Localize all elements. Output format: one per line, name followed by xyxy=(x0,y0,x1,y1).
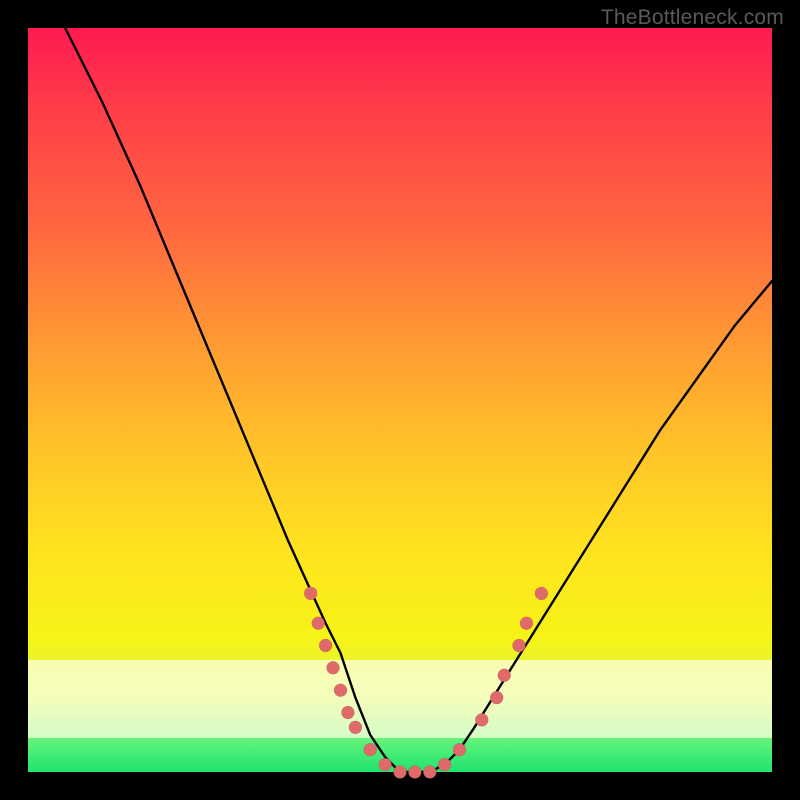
dot-layer xyxy=(304,587,548,779)
data-dot xyxy=(438,758,451,771)
data-dot xyxy=(327,661,340,674)
data-dot xyxy=(319,639,332,652)
data-dot xyxy=(520,617,533,630)
data-dot xyxy=(535,587,548,600)
data-dot xyxy=(349,721,362,734)
data-dot xyxy=(364,743,377,756)
data-dot xyxy=(341,706,354,719)
data-dot xyxy=(334,684,347,697)
data-dot xyxy=(475,713,488,726)
data-dot xyxy=(453,743,466,756)
data-dot xyxy=(394,766,407,779)
data-dot xyxy=(379,758,392,771)
bottleneck-curve xyxy=(65,28,772,772)
chart-overlay xyxy=(28,28,772,772)
data-dot xyxy=(408,766,421,779)
data-dot xyxy=(304,587,317,600)
data-dot xyxy=(498,669,511,682)
data-dot xyxy=(312,617,325,630)
data-dot xyxy=(490,691,503,704)
data-dot xyxy=(513,639,526,652)
watermark-text: TheBottleneck.com xyxy=(601,6,784,30)
data-dot xyxy=(423,766,436,779)
chart-frame: TheBottleneck.com xyxy=(0,0,800,800)
